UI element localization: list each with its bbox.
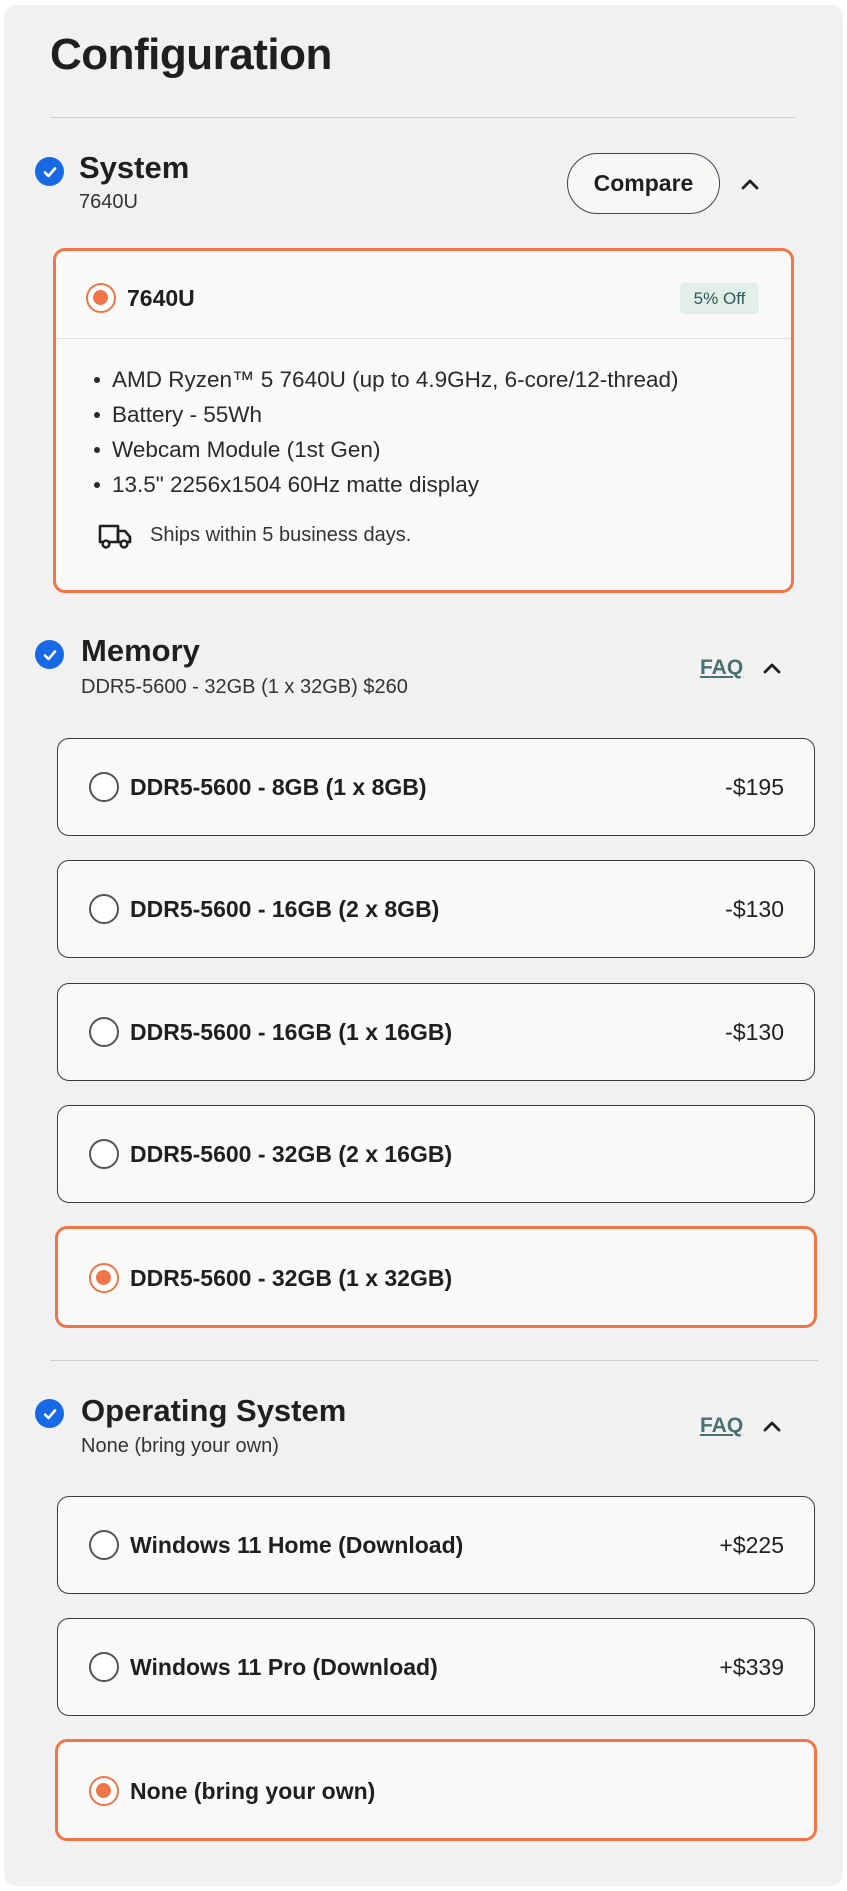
- feature-item: Webcam Module (1st Gen): [90, 432, 679, 467]
- memory-complete-check-icon: [35, 640, 64, 669]
- feature-item: 13.5" 2256x1504 60Hz matte display: [90, 467, 679, 502]
- feature-item: AMD Ryzen™ 5 7640U (up to 4.9GHz, 6-core…: [90, 362, 679, 397]
- os-option-label: None (bring your own): [130, 1778, 376, 1804]
- os-option-card[interactable]: Windows 11 Pro (Download) +$339: [57, 1618, 815, 1716]
- memory-section-subtitle: DDR5-5600 - 32GB (1 x 32GB) $260: [81, 676, 408, 698]
- memory-collapse-chevron-up-icon[interactable]: [759, 655, 785, 681]
- page-title: Configuration: [50, 30, 332, 79]
- os-option-card-selected[interactable]: None (bring your own): [55, 1739, 817, 1841]
- memory-option-price: -$130: [725, 1019, 784, 1045]
- memory-option-card[interactable]: DDR5-5600 - 16GB (1 x 16GB) -$130: [57, 983, 815, 1081]
- system-section-title: System: [79, 150, 190, 185]
- memory-option-radio[interactable]: [89, 894, 119, 924]
- os-option-radio[interactable]: [89, 1652, 119, 1682]
- card-divider: [56, 338, 791, 339]
- os-complete-check-icon: [35, 1399, 64, 1428]
- compare-button[interactable]: Compare: [567, 153, 720, 214]
- shipping-estimate: Ships within 5 business days.: [150, 524, 412, 546]
- section-divider: [50, 1360, 818, 1361]
- memory-option-label: DDR5-5600 - 32GB (1 x 32GB): [130, 1265, 453, 1291]
- discount-badge: 5% Off: [680, 283, 759, 314]
- memory-option-label: DDR5-5600 - 32GB (2 x 16GB): [130, 1141, 453, 1167]
- memory-option-label: DDR5-5600 - 16GB (1 x 16GB): [130, 1019, 453, 1045]
- os-option-price: +$225: [719, 1532, 784, 1558]
- os-section-title: Operating System: [81, 1393, 347, 1428]
- os-collapse-chevron-up-icon[interactable]: [759, 1413, 785, 1439]
- title-divider: [50, 117, 796, 118]
- system-feature-list: AMD Ryzen™ 5 7640U (up to 4.9GHz, 6-core…: [90, 362, 679, 502]
- memory-option-radio[interactable]: [89, 1017, 119, 1047]
- system-collapse-chevron-up-icon[interactable]: [737, 171, 763, 197]
- feature-item: Battery - 55Wh: [90, 397, 679, 432]
- os-option-price: +$339: [719, 1654, 784, 1680]
- memory-option-label: DDR5-5600 - 8GB (1 x 8GB): [130, 774, 427, 800]
- memory-option-price: -$195: [725, 774, 784, 800]
- os-option-card[interactable]: Windows 11 Home (Download) +$225: [57, 1496, 815, 1594]
- memory-option-price: -$130: [725, 896, 784, 922]
- memory-option-card[interactable]: DDR5-5600 - 16GB (2 x 8GB) -$130: [57, 860, 815, 958]
- memory-option-radio[interactable]: [89, 772, 119, 802]
- os-option-radio[interactable]: [89, 1530, 119, 1560]
- os-faq-link[interactable]: FAQ: [700, 1414, 743, 1438]
- os-option-radio[interactable]: [89, 1776, 119, 1806]
- memory-option-radio[interactable]: [89, 1263, 119, 1293]
- memory-option-radio[interactable]: [89, 1139, 119, 1169]
- memory-option-card[interactable]: DDR5-5600 - 32GB (2 x 16GB): [57, 1105, 815, 1203]
- os-option-label: Windows 11 Pro (Download): [130, 1654, 438, 1680]
- system-option-label: 7640U: [127, 285, 195, 311]
- memory-option-card-selected[interactable]: DDR5-5600 - 32GB (1 x 32GB): [55, 1226, 817, 1328]
- os-section-subtitle: None (bring your own): [81, 1435, 279, 1457]
- system-complete-check-icon: [35, 157, 64, 186]
- os-option-label: Windows 11 Home (Download): [130, 1532, 464, 1558]
- truck-icon: [98, 524, 132, 549]
- memory-option-card[interactable]: DDR5-5600 - 8GB (1 x 8GB) -$195: [57, 738, 815, 836]
- memory-faq-link[interactable]: FAQ: [700, 656, 743, 680]
- memory-option-label: DDR5-5600 - 16GB (2 x 8GB): [130, 896, 440, 922]
- memory-section-title: Memory: [81, 633, 200, 668]
- system-section-subtitle: 7640U: [79, 191, 138, 213]
- system-option-radio[interactable]: [86, 283, 116, 313]
